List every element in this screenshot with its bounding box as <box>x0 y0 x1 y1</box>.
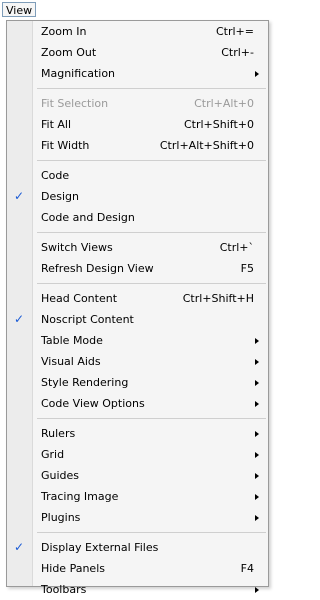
menu-item-label: Code <box>41 169 70 182</box>
menu-item-zoom-out[interactable]: Zoom Out Ctrl+- <box>7 42 268 63</box>
separator-line <box>37 418 266 419</box>
menu-item-label: Code View Options <box>41 397 145 410</box>
menu-item-table-mode[interactable]: Table Mode <box>7 330 268 351</box>
view-menu-title[interactable]: View <box>2 2 37 17</box>
menu-item-label: Plugins <box>41 511 81 524</box>
menu-item-guides[interactable]: Guides <box>7 465 268 486</box>
menu-item-switch-views[interactable]: Switch Views Ctrl+` <box>7 237 268 258</box>
menu-item-noscript-content[interactable]: ✓ Noscript Content <box>7 309 268 330</box>
menu-item-shortcut: Ctrl+- <box>221 46 254 59</box>
menu-item-shortcut: Ctrl+` <box>219 241 254 254</box>
menu-separator <box>7 528 268 537</box>
menu-item-label: Display External Files <box>41 541 159 554</box>
menu-separator <box>7 84 268 93</box>
menu-item-grid[interactable]: Grid <box>7 444 268 465</box>
menu-item-head-content[interactable]: Head Content Ctrl+Shift+H <box>7 288 268 309</box>
submenu-arrow-icon <box>255 359 259 365</box>
menu-item-label: Hide Panels <box>41 562 105 575</box>
menu-item-shortcut: Ctrl+Alt+0 <box>194 97 254 110</box>
submenu-arrow-icon <box>255 515 259 521</box>
separator-line <box>37 232 266 233</box>
menu-item-design[interactable]: ✓ Design <box>7 186 268 207</box>
menu-item-fit-all[interactable]: Fit All Ctrl+Shift+0 <box>7 114 268 135</box>
menu-item-label: Design <box>41 190 79 203</box>
submenu-arrow-icon <box>255 431 259 437</box>
menu-item-code[interactable]: Code <box>7 165 268 186</box>
menu-item-label: Fit Selection <box>41 97 109 110</box>
menu-item-fit-selection: Fit Selection Ctrl+Alt+0 <box>7 93 268 114</box>
menu-item-zoom-in[interactable]: Zoom In Ctrl+= <box>7 21 268 42</box>
menu-item-refresh-design-view[interactable]: Refresh Design View F5 <box>7 258 268 279</box>
checkmark-icon: ✓ <box>14 189 25 203</box>
menu-separator <box>7 279 268 288</box>
view-menu-dropdown: Zoom In Ctrl+= Zoom Out Ctrl+- Magnification… <box>6 20 269 596</box>
menu-item-label: Grid <box>41 448 65 461</box>
menu-item-fit-width[interactable]: Fit Width Ctrl+Alt+Shift+0 <box>7 135 268 156</box>
menu-item-label: Guides <box>41 469 80 482</box>
menu-item-label: Refresh Design View <box>41 262 154 275</box>
submenu-arrow-icon <box>255 338 259 344</box>
separator-line <box>37 283 266 284</box>
menu-item-rulers[interactable]: Rulers <box>7 423 268 444</box>
menu-bar: View <box>0 0 269 20</box>
menu-item-shortcut: Ctrl+Shift+H <box>182 292 254 305</box>
submenu-arrow-icon <box>255 494 259 500</box>
checkmark-icon: ✓ <box>14 540 25 554</box>
menu-item-label: Table Mode <box>41 334 103 347</box>
menu-item-magnification[interactable]: Magnification <box>7 63 268 84</box>
menu-item-label: Head Content <box>41 292 118 305</box>
menu-item-display-external-files[interactable]: ✓ Display External Files <box>7 537 268 558</box>
menu-item-hide-panels[interactable]: Hide Panels F4 <box>7 558 268 579</box>
menu-item-shortcut: Ctrl+Alt+Shift+0 <box>159 139 254 152</box>
menu-item-shortcut: F4 <box>240 562 254 575</box>
menu-item-visual-aids[interactable]: Visual Aids <box>7 351 268 372</box>
submenu-arrow-icon <box>255 401 259 407</box>
menu-item-shortcut: F5 <box>240 262 254 275</box>
menu-item-label: Code and Design <box>41 211 135 224</box>
menu-item-plugins[interactable]: Plugins <box>7 507 268 528</box>
separator-line <box>37 532 266 533</box>
submenu-arrow-icon <box>255 71 259 77</box>
submenu-arrow-icon <box>255 380 259 386</box>
menu-item-shortcut: Ctrl+Shift+0 <box>183 118 254 131</box>
menu-item-label: Fit Width <box>41 139 90 152</box>
menu-item-code-view-options[interactable]: Code View Options <box>7 393 268 414</box>
menu-item-label: Fit All <box>41 118 72 131</box>
menu-separator <box>7 414 268 423</box>
submenu-arrow-icon <box>255 452 259 458</box>
menu-item-toolbars[interactable]: Toolbars <box>7 579 268 600</box>
menu-item-label: Tracing Image <box>41 490 119 503</box>
menu-item-shortcut: Ctrl+= <box>215 25 254 38</box>
menu-item-label: Toolbars <box>41 583 87 596</box>
menu-items: Zoom In Ctrl+= Zoom Out Ctrl+- Magnification… <box>7 21 268 600</box>
menu-item-label: Zoom Out <box>41 46 97 59</box>
menu-item-style-rendering[interactable]: Style Rendering <box>7 372 268 393</box>
submenu-arrow-icon <box>255 473 259 479</box>
menu-item-label: Zoom In <box>41 25 87 38</box>
menu-item-label: Rulers <box>41 427 76 440</box>
menu-item-label: Switch Views <box>41 241 113 254</box>
checkmark-icon: ✓ <box>14 312 25 326</box>
menu-item-tracing-image[interactable]: Tracing Image <box>7 486 268 507</box>
menu-separator <box>7 156 268 165</box>
separator-line <box>37 88 266 89</box>
menu-separator <box>7 228 268 237</box>
menu-item-label: Style Rendering <box>41 376 129 389</box>
menu-item-label: Noscript Content <box>41 313 134 326</box>
separator-line <box>37 160 266 161</box>
submenu-arrow-icon <box>255 587 259 593</box>
menu-item-label: Magnification <box>41 67 116 80</box>
menu-item-label: Visual Aids <box>41 355 101 368</box>
menu-item-code-and-design[interactable]: Code and Design <box>7 207 268 228</box>
